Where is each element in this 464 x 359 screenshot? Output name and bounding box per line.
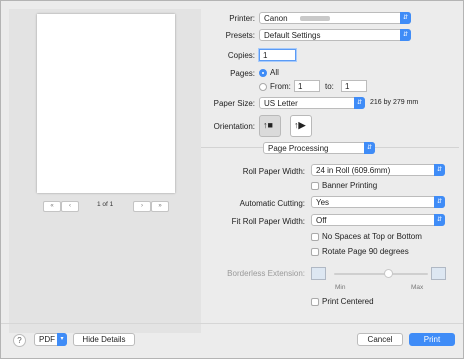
pages-to-label: to:: [325, 82, 334, 91]
paper-size-select[interactable]: US Letter ⇵: [259, 97, 365, 109]
orientation-label: Orientation:: [213, 122, 255, 131]
chevron-updown-icon: ⇵: [400, 12, 411, 24]
portrait-person-icon: ↑■: [263, 120, 273, 130]
landscape-orientation-button[interactable]: ↑▶: [290, 115, 312, 137]
no-spaces-label: No Spaces at Top or Bottom: [322, 232, 422, 241]
page-indicator: 1 of 1: [97, 201, 114, 208]
next-page-button[interactable]: ›: [133, 201, 151, 212]
help-button[interactable]: ?: [13, 334, 26, 347]
borderless-max-icon: [431, 267, 446, 280]
print-dialog: « ‹ 1 of 1 › » Printer: Canon ⇵ Presets:…: [0, 0, 464, 359]
presets-value: Default Settings: [264, 31, 321, 40]
redacted-model: [300, 16, 330, 21]
roll-paper-width-label: Roll Paper Width:: [242, 167, 305, 176]
printer-select[interactable]: Canon ⇵: [259, 12, 411, 24]
pdf-label: PDF: [39, 335, 55, 344]
no-spaces-checkbox[interactable]: [311, 233, 319, 241]
section-select[interactable]: Page Processing ⇵: [263, 142, 375, 154]
rotate-page-checkbox[interactable]: [311, 248, 319, 256]
pages-all-radio[interactable]: [259, 69, 267, 77]
automatic-cutting-value: Yes: [316, 198, 330, 207]
cancel-button[interactable]: Cancel: [357, 333, 403, 346]
slider-max-label: Max: [411, 284, 424, 291]
fit-roll-paper-width-label: Fit Roll Paper Width:: [231, 217, 305, 226]
hide-details-button[interactable]: Hide Details: [73, 333, 135, 346]
copies-label: Copies:: [227, 51, 255, 60]
presets-label: Presets:: [225, 31, 255, 40]
automatic-cutting-select[interactable]: Yes ⇵: [311, 196, 445, 208]
paper-size-value: US Letter: [264, 99, 298, 108]
chevron-updown-icon: ⇵: [364, 142, 375, 154]
paper-dimensions: 216 by 279 mm: [370, 99, 419, 106]
banner-printing-checkbox[interactable]: [311, 182, 319, 190]
pages-range-radio[interactable]: [259, 83, 267, 91]
print-centered-checkbox[interactable]: [311, 298, 319, 306]
slider-min-label: Min: [335, 284, 346, 291]
rotate-page-label: Rotate Page 90 degrees: [322, 247, 409, 256]
printer-label: Printer:: [229, 14, 255, 23]
footer-divider: [1, 323, 463, 324]
pages-from-label: From:: [270, 82, 291, 91]
roll-paper-width-select[interactable]: 24 in Roll (609.6mm) ⇵: [311, 164, 445, 176]
page-preview: [37, 14, 175, 193]
borderless-slider-track[interactable]: [334, 273, 428, 275]
pages-from-field[interactable]: 1: [294, 80, 320, 92]
banner-printing-label: Banner Printing: [322, 181, 378, 190]
copies-field[interactable]: 1: [259, 49, 296, 61]
fit-roll-paper-width-value: Off: [316, 216, 327, 225]
presets-select[interactable]: Default Settings ⇵: [259, 29, 411, 41]
last-page-button[interactable]: »: [151, 201, 169, 212]
portrait-orientation-button[interactable]: ↑■: [259, 115, 281, 137]
borderless-extension-label: Borderless Extension:: [227, 269, 305, 278]
print-centered-label: Print Centered: [322, 297, 374, 306]
landscape-person-icon: ↑▶: [294, 120, 306, 130]
chevron-updown-icon: ⇵: [400, 29, 411, 41]
pages-all-label: All: [270, 68, 279, 77]
automatic-cutting-label: Automatic Cutting:: [239, 199, 305, 208]
roll-paper-width-value: 24 in Roll (609.6mm): [316, 166, 391, 175]
borderless-slider-thumb[interactable]: [384, 269, 393, 278]
pages-label: Pages:: [230, 69, 255, 78]
pages-to-field[interactable]: 1: [341, 80, 367, 92]
prev-page-button[interactable]: ‹: [61, 201, 79, 212]
section-value: Page Processing: [268, 144, 329, 153]
chevron-down-icon: ▾: [57, 333, 67, 346]
fit-roll-paper-width-select[interactable]: Off ⇵: [311, 214, 445, 226]
pdf-menu-button[interactable]: PDF ▾: [34, 333, 67, 346]
borderless-min-icon: [311, 267, 326, 280]
print-button[interactable]: Print: [409, 333, 455, 346]
chevron-updown-icon: ⇵: [434, 164, 445, 176]
chevron-updown-icon: ⇵: [434, 214, 445, 226]
paper-size-label: Paper Size:: [213, 99, 255, 108]
printer-value: Canon: [264, 14, 288, 23]
chevron-updown-icon: ⇵: [354, 97, 365, 109]
chevron-updown-icon: ⇵: [434, 196, 445, 208]
first-page-button[interactable]: «: [43, 201, 61, 212]
